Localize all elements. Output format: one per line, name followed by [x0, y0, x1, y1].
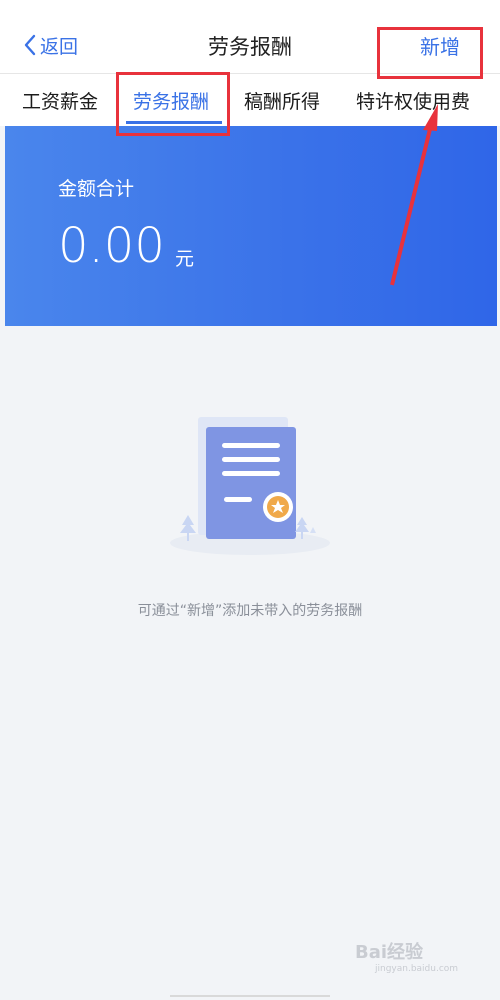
empty-state-message: 可通过“新增”添加未带入的劳务报酬	[137, 603, 363, 619]
highlight-box-active-tab	[116, 72, 230, 136]
amount-unit: 元	[175, 248, 195, 270]
income-type-tabs: 工资薪金 劳务报酬 稿酬所得 特许权使用费	[0, 74, 500, 126]
empty-document-illustration	[170, 417, 330, 555]
highlight-box-add-button	[377, 27, 483, 79]
amount-total-value: 0.00	[58, 218, 165, 274]
tab-royalties[interactable]: 特许权使用费	[356, 87, 470, 114]
watermark-url: jingyan.baidu.com	[375, 964, 459, 974]
amount-total-label: 金额合计	[58, 178, 135, 200]
watermark-brand: Bai经验	[355, 942, 424, 963]
tab-salary[interactable]: 工资薪金	[22, 87, 98, 114]
tab-author-remuneration[interactable]: 稿酬所得	[244, 87, 320, 114]
home-indicator	[170, 995, 330, 997]
watermark: Bai经验 jingyan.baidu.com	[355, 938, 495, 994]
amount-summary-banner: 金额合计 0.00 元	[5, 126, 497, 326]
